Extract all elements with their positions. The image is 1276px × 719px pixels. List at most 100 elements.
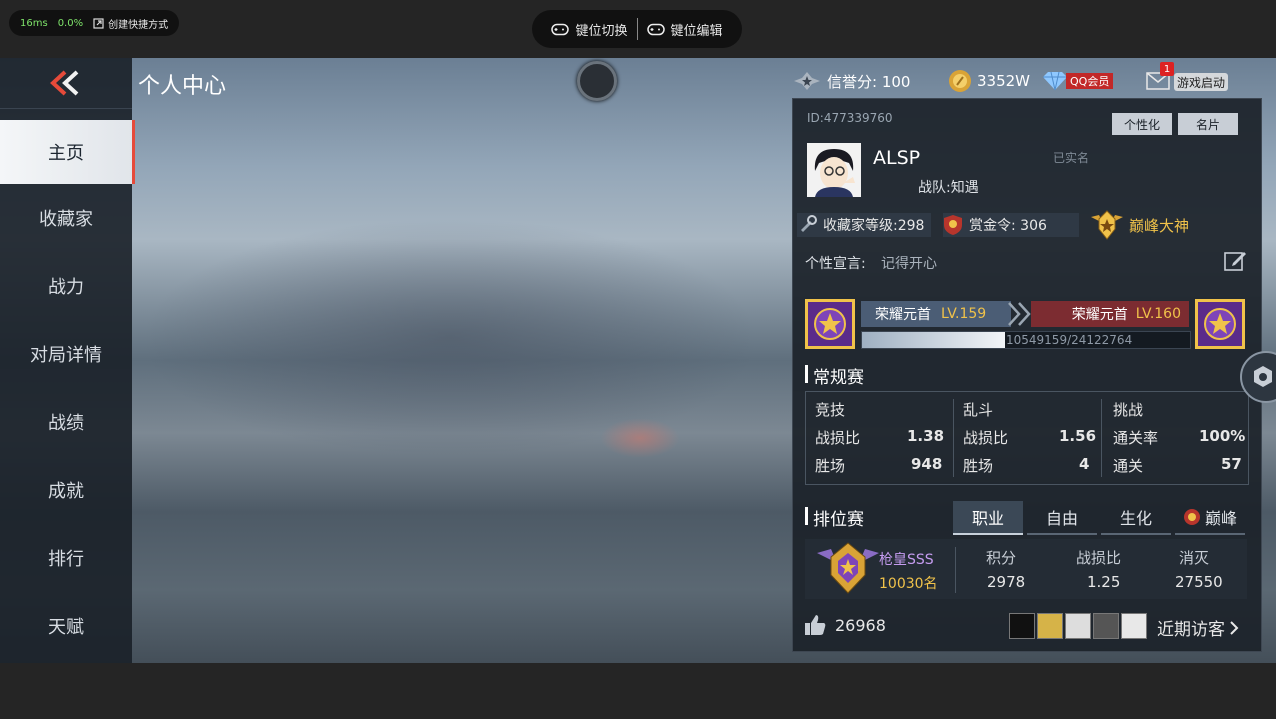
tab-label: 自由: [1045, 509, 1078, 528]
visitor-avatar[interactable]: [1009, 613, 1035, 639]
card-label: 名片: [1195, 117, 1220, 132]
credit-score[interactable]: 信誉分: 100: [792, 68, 910, 94]
level-star-icon: [1198, 302, 1242, 346]
tab-label: 巅峰: [1204, 509, 1237, 528]
back-arrow-icon: [50, 70, 79, 96]
motto-label: 个性宣言:: [805, 256, 866, 272]
gamepad-icon: [646, 23, 665, 35]
sidebar-item-label: 战绩: [48, 413, 84, 434]
ranked-value-kd: 1.25: [1087, 573, 1121, 591]
stat-label: 通关率: [1113, 429, 1159, 447]
key-edit-label: 键位编辑: [670, 23, 723, 39]
star-badge-icon: [794, 72, 820, 90]
diamond-icon: [1043, 71, 1067, 91]
game-launch-button[interactable]: 游戏启动: [1174, 73, 1229, 91]
tab-peak[interactable]: 巅峰: [1175, 501, 1245, 535]
level-next: 荣耀元首 LV.160: [1031, 301, 1189, 327]
rank-title-chip[interactable]: 巅峰大神: [1089, 207, 1189, 243]
visitor-avatar[interactable]: [1037, 613, 1063, 639]
create-shortcut-label: 创建快捷方式: [108, 19, 169, 31]
sidebar-item-collector[interactable]: 收藏家: [0, 186, 132, 250]
card-button[interactable]: 名片: [1178, 113, 1238, 135]
sidebar-item-match-details[interactable]: 对局详情: [0, 322, 132, 386]
stat-label: 战损比: [815, 429, 861, 447]
sidebar-item-home[interactable]: 主页: [0, 120, 135, 184]
tab-label: 生化: [1119, 509, 1152, 528]
sidebar-item-ranking[interactable]: 排行: [0, 526, 132, 590]
rank-position: 10030名: [879, 576, 938, 592]
stat-label: 胜场: [815, 457, 846, 475]
game-screen: 主页 收藏家 战力 对局详情 战绩 成就 排行 天赋 个人中心 信誉分: 100…: [0, 58, 1276, 663]
ranked-value-kills: 27550: [1175, 573, 1223, 591]
player-name: ALSP: [873, 147, 921, 169]
stat-title: 乱斗: [963, 401, 994, 419]
edit-motto-button[interactable]: [1223, 249, 1247, 277]
ranked-value-score: 2978: [987, 573, 1026, 591]
mail-button[interactable]: 1: [1146, 62, 1174, 94]
tab-zombie[interactable]: 生化: [1101, 501, 1171, 535]
sidebar-item-talent[interactable]: 天赋: [0, 594, 132, 658]
ranked-divider: [955, 547, 956, 593]
recent-visitors-link[interactable]: 近期访客: [1157, 615, 1239, 640]
ranked-heading: 排位赛: [813, 510, 864, 530]
key-edit-button[interactable]: 键位编辑: [638, 20, 732, 39]
ranked-header-kills: 消灭: [1179, 549, 1210, 567]
sidebar-item-record[interactable]: 战绩: [0, 390, 132, 454]
vip-badge[interactable]: QQ会员: [1066, 73, 1114, 89]
regular-heading: 常规赛: [813, 368, 864, 388]
visitor-avatar[interactable]: [1121, 613, 1147, 639]
stat-value: 4: [1079, 455, 1090, 473]
emulator-topbar: 16ms 0.0% 创建快捷方式 键位切换 键位编辑: [0, 0, 1276, 58]
performance-pill: 16ms 0.0% 创建快捷方式: [9, 10, 180, 36]
stat-divider: [1101, 399, 1102, 477]
tab-free[interactable]: 自由: [1027, 501, 1097, 535]
level-right-value: LV.160: [1135, 306, 1181, 322]
like-button[interactable]: 26968: [803, 613, 886, 637]
regular-stats-box: [805, 391, 1249, 485]
sidebar-item-power[interactable]: 战力: [0, 254, 132, 318]
winged-rank-icon: [1091, 210, 1123, 240]
level-left-value: LV.159: [941, 306, 987, 322]
floating-ball[interactable]: [577, 61, 617, 101]
background-haze: [140, 218, 760, 458]
sidebar-item-achievements[interactable]: 成就: [0, 458, 132, 522]
level-badge-left: [805, 299, 855, 349]
stat-label: 胜场: [963, 457, 994, 475]
back-button[interactable]: [0, 58, 132, 109]
stat-value: 948: [911, 455, 943, 473]
personalize-label: 个性化: [1123, 117, 1160, 132]
tab-pro[interactable]: 职业: [953, 501, 1023, 535]
shortcut-icon: [93, 17, 104, 29]
gamepad-icon: [551, 23, 570, 35]
ping-text: 16ms: [20, 17, 48, 29]
visitor-avatar[interactable]: [1065, 613, 1091, 639]
tab-label: 职业: [971, 509, 1004, 528]
visitor-avatar[interactable]: [1093, 613, 1119, 639]
page-title: 个人中心: [138, 74, 227, 99]
stat-value: 100%: [1199, 427, 1246, 445]
create-shortcut-button[interactable]: 创建快捷方式: [93, 16, 168, 31]
rank-emblem[interactable]: [813, 539, 883, 601]
ranked-header-score: 积分: [986, 549, 1017, 567]
personalize-button[interactable]: 个性化: [1112, 113, 1172, 135]
verified-label: 已实名: [1053, 151, 1090, 165]
player-id: ID:477339760: [807, 111, 893, 125]
exp-bar: 10549159/24122764: [861, 331, 1191, 349]
section-marker: [805, 507, 808, 525]
vip-label: QQ会员: [1070, 75, 1110, 88]
collector-level-chip[interactable]: 收藏家等级:298: [797, 213, 931, 237]
level-right-name: 荣耀元首: [1071, 307, 1128, 323]
gold-coin-icon: [949, 70, 971, 92]
team-name[interactable]: 战队:知遇: [918, 177, 979, 197]
rank-title-text: 巅峰大神: [1129, 216, 1190, 235]
stat-title: 挑战: [1113, 401, 1144, 419]
bounty-text: 赏金令: 306: [969, 218, 1047, 234]
bounty-chip[interactable]: 赏金令: 306: [943, 213, 1079, 237]
packet-loss-text: 0.0%: [57, 17, 84, 29]
avatar[interactable]: [807, 143, 861, 197]
recent-visitors-label: 近期访客: [1157, 620, 1225, 640]
key-switch-button[interactable]: 键位切换: [542, 20, 636, 39]
coin-balance[interactable]: 3352W: [948, 68, 1030, 94]
wrench-icon: [801, 215, 817, 232]
sidebar-item-label: 主页: [48, 143, 84, 164]
